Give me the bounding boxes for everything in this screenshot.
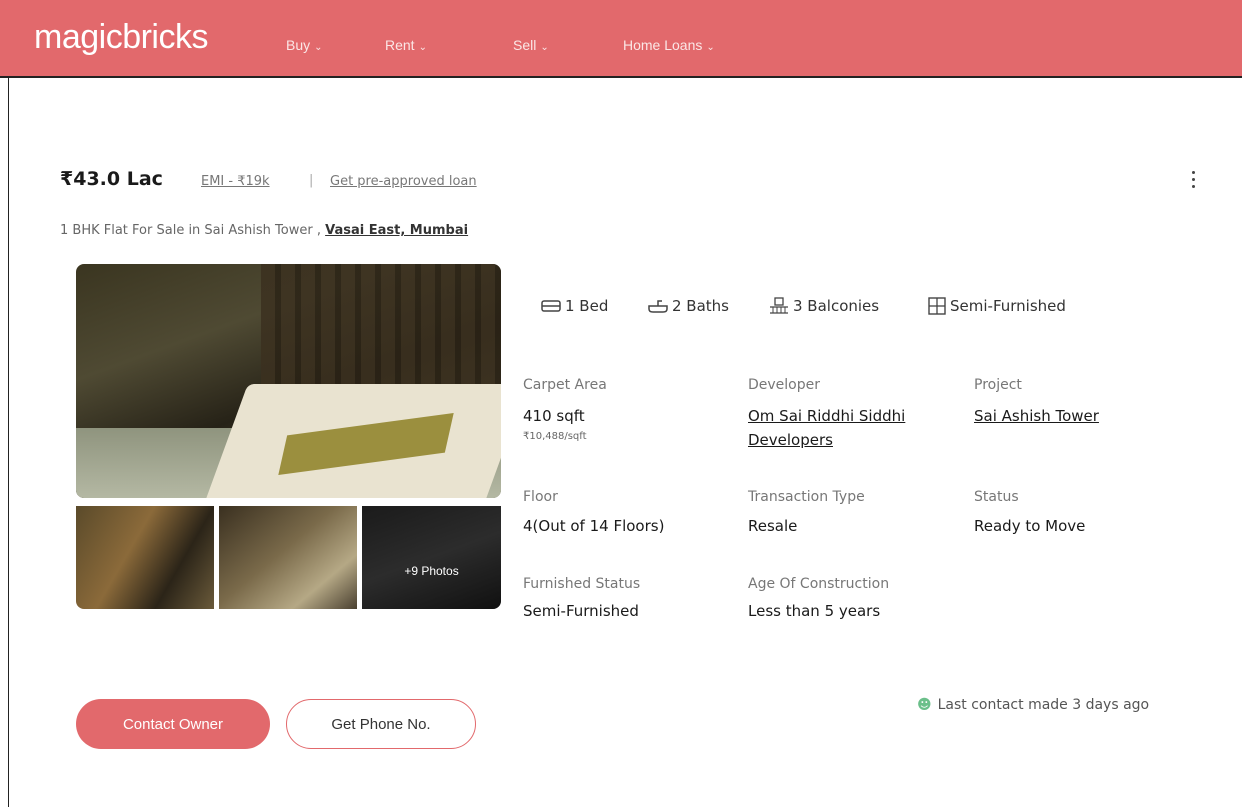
developer-label: Developer bbox=[748, 377, 821, 393]
property-thumbnail[interactable] bbox=[76, 506, 214, 609]
status-label: Status bbox=[974, 489, 1019, 505]
get-phone-number-button[interactable]: Get Phone No. bbox=[286, 699, 476, 749]
bath-amenity: 2 Baths bbox=[648, 297, 729, 315]
nav-sell[interactable]: Sell ⌄ bbox=[513, 37, 549, 53]
property-thumbnail[interactable] bbox=[219, 506, 357, 609]
nav-sell-label: Sell bbox=[513, 37, 537, 53]
transaction-type-label: Transaction Type bbox=[748, 489, 865, 505]
page-border bbox=[8, 76, 9, 807]
wardrobe-icon bbox=[928, 297, 946, 315]
carpet-area-value: 410 sqft bbox=[523, 407, 585, 425]
carpet-area-label: Carpet Area bbox=[523, 377, 607, 393]
chevron-down-icon: ⌄ bbox=[540, 42, 549, 53]
more-photos-thumbnail[interactable]: +9 Photos bbox=[362, 506, 501, 609]
listing-title: 1 BHK Flat For Sale in Sai Ashish Tower … bbox=[60, 223, 468, 238]
emi-link[interactable]: EMI - ₹19k bbox=[201, 174, 270, 189]
preapproved-loan-link[interactable]: Get pre-approved loan bbox=[330, 174, 477, 189]
bed-count: 1 Bed bbox=[565, 297, 609, 315]
project-link[interactable]: Sai Ashish Tower bbox=[974, 407, 1099, 425]
locality-link[interactable]: Vasai East, Mumbai bbox=[325, 223, 468, 238]
balcony-count: 3 Balconies bbox=[793, 297, 880, 315]
bath-count: 2 Baths bbox=[672, 297, 729, 315]
developer-link[interactable]: Om Sai Riddhi Siddhi bbox=[748, 407, 905, 425]
listing-title-text: 1 BHK Flat For Sale in Sai Ashish Tower … bbox=[60, 223, 321, 238]
age-of-construction-value: Less than 5 years bbox=[748, 602, 881, 620]
balcony-icon bbox=[770, 297, 788, 314]
chevron-down-icon: ⌄ bbox=[706, 42, 715, 53]
more-options-icon[interactable] bbox=[1188, 168, 1198, 200]
chevron-down-icon: ⌄ bbox=[314, 42, 323, 53]
furnishing-status: Semi-Furnished bbox=[950, 297, 1066, 315]
balcony-amenity: 3 Balconies bbox=[769, 297, 879, 315]
project-label: Project bbox=[974, 377, 1022, 393]
furnished-status-value: Semi-Furnished bbox=[523, 602, 639, 620]
top-navigation-bar: magicbricks Buy ⌄ Rent ⌄ Sell ⌄ Home Loans ⌄ bbox=[0, 0, 1242, 78]
nav-home-loans[interactable]: Home Loans ⌄ bbox=[623, 37, 715, 53]
chevron-down-icon: ⌄ bbox=[418, 42, 427, 53]
price-per-sqft: ₹10,488/sqft bbox=[523, 431, 587, 442]
nav-home-loans-label: Home Loans bbox=[623, 37, 703, 53]
bed-icon bbox=[541, 300, 561, 312]
bath-icon bbox=[648, 300, 668, 313]
nav-buy-label: Buy bbox=[286, 37, 311, 53]
more-photos-label: +9 Photos bbox=[404, 564, 459, 578]
main-property-photo[interactable] bbox=[76, 264, 501, 498]
separator: | bbox=[309, 173, 314, 188]
developer-link-line2[interactable]: Developers bbox=[748, 431, 833, 449]
nav-rent[interactable]: Rent ⌄ bbox=[385, 37, 427, 53]
transaction-type-value: Resale bbox=[748, 517, 798, 535]
magicbricks-logo[interactable]: magicbricks bbox=[34, 18, 208, 57]
last-contact-text: Last contact made 3 days ago bbox=[937, 697, 1150, 713]
furnishing-amenity: Semi-Furnished bbox=[928, 297, 1066, 315]
listing-price: ₹43.0 Lac bbox=[60, 168, 163, 190]
bed-amenity: 1 Bed bbox=[541, 297, 608, 315]
user-icon: ☻ bbox=[917, 697, 932, 713]
nav-buy[interactable]: Buy ⌄ bbox=[286, 37, 323, 53]
floor-value: 4(Out of 14 Floors) bbox=[523, 517, 665, 535]
floor-label: Floor bbox=[523, 489, 558, 505]
contact-owner-button[interactable]: Contact Owner bbox=[76, 699, 270, 749]
furnished-status-label: Furnished Status bbox=[523, 576, 641, 592]
age-of-construction-label: Age Of Construction bbox=[748, 576, 890, 592]
status-value: Ready to Move bbox=[974, 517, 1086, 535]
last-contact-info: ☻ Last contact made 3 days ago bbox=[917, 697, 1149, 713]
nav-rent-label: Rent bbox=[385, 37, 415, 53]
